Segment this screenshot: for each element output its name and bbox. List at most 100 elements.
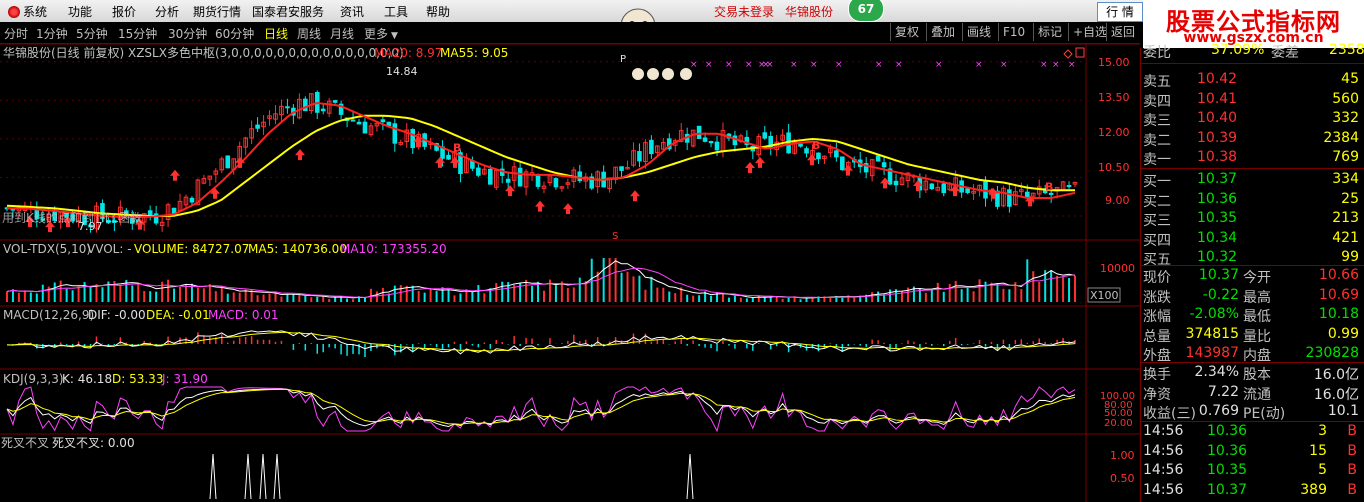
main-panel-title: 华锦股份(日线 前复权) XZSLX多色中枢(3,0,0,0,0,0,0,0,0… <box>3 45 404 60</box>
tab-1min[interactable]: 1分钟 <box>36 25 68 42</box>
x-mark: × <box>1040 60 1048 70</box>
candle-body <box>332 100 338 103</box>
vol-unit-button[interactable]: X100 <box>1090 289 1119 302</box>
bid-volume: 334 <box>1332 171 1359 187</box>
volume-label: VOLUME: 84727.07 <box>134 242 249 256</box>
candle-body <box>696 125 702 139</box>
tick-price: 10.35 <box>1207 462 1248 478</box>
candle-body <box>762 132 768 139</box>
buy-arrow-icon <box>563 203 573 215</box>
tab-monthly[interactable]: 月线 <box>330 25 354 42</box>
stat-value: 10.66 <box>1318 267 1359 283</box>
x-mark: × <box>1052 60 1060 70</box>
tab-30min[interactable]: 30分钟 <box>168 25 207 42</box>
stat-row[interactable]: 总量 374815 量比 0.99 <box>1141 326 1364 345</box>
menu-system[interactable]: 系统 <box>8 3 47 20</box>
tab-5min[interactable]: 5分钟 <box>76 25 108 42</box>
menu-analysis[interactable]: 分析 <box>155 3 179 20</box>
stock-name: 华锦股份 <box>785 5 834 19</box>
ask-row[interactable]: 卖四 10.41 560 <box>1141 91 1364 110</box>
tick-side: B <box>1347 481 1357 498</box>
menu-service[interactable]: 国泰君安服务 <box>252 3 324 20</box>
tab-fenshi[interactable]: 分时 <box>4 25 28 42</box>
vol-title: VOL-TDX(5,10) <box>3 242 91 256</box>
tick-row[interactable]: 14:56 10.37 389 B <box>1141 482 1364 501</box>
trade-status[interactable]: 交易未登录 <box>714 3 774 20</box>
candle-body <box>505 178 511 183</box>
tick-price: 10.37 <box>1207 481 1248 498</box>
menu-tools[interactable]: 工具 <box>384 3 408 20</box>
menu-quote[interactable]: 报价 <box>112 3 136 20</box>
tab-60min[interactable]: 60分钟 <box>215 25 254 42</box>
bid-label: 买二 <box>1143 193 1171 210</box>
stat-label: 今开 <box>1243 270 1271 286</box>
chart-area[interactable]: B BB × × × × ××× × × × × × × × × × × × 华锦股份(日线 前复权) XZSL… <box>0 44 1140 502</box>
bid-volume: 99 <box>1341 249 1359 265</box>
draw-line-button[interactable]: 画线 <box>962 23 995 41</box>
fund-value: 16.0亿 <box>1313 367 1359 383</box>
candle-body <box>834 150 839 158</box>
candle-body <box>702 137 708 142</box>
tick-time: 14:56 <box>1143 481 1184 498</box>
menu-news[interactable]: 资讯 <box>340 3 364 20</box>
stat-row[interactable]: 现价 10.37 今开 10.66 <box>1141 267 1364 286</box>
x-mark: × <box>935 60 943 70</box>
tick-time: 14:56 <box>1143 442 1184 459</box>
cross-value-label: 死叉不叉: 0.00 <box>52 436 135 450</box>
b-marker: B <box>1045 180 1053 193</box>
stat-value: 10.37 <box>1198 267 1239 283</box>
candle-body <box>189 197 195 203</box>
menu-futures[interactable]: 期货行情 <box>193 3 241 20</box>
tab-more[interactable]: 更多 ▼ <box>364 25 398 42</box>
tab-daily[interactable]: 日线 <box>264 25 288 42</box>
overlay-text: 用到K线的点和到TILL函数 <box>2 210 142 225</box>
candle-body <box>410 128 416 149</box>
hangqing-button[interactable]: 行 情 <box>1097 2 1143 22</box>
x-mark: × <box>690 60 698 70</box>
candle-body <box>1024 191 1030 197</box>
menu-help[interactable]: 帮助 <box>426 3 450 20</box>
candle-body <box>941 183 947 194</box>
stat-row[interactable]: 涨跌 -0.22 最高 10.69 <box>1141 287 1364 306</box>
mark-button[interactable]: 标记 <box>1033 23 1066 41</box>
fund-value: 2.34% <box>1194 364 1239 380</box>
buy-arrow-icon <box>630 190 640 202</box>
ask-row[interactable]: 卖五 10.42 45 <box>1141 71 1364 90</box>
macd-value-label: MACD: 0.01 <box>208 308 279 322</box>
ask-label: 卖二 <box>1143 132 1171 149</box>
bid-row[interactable]: 买二 10.36 25 <box>1141 191 1364 210</box>
stat-row[interactable]: 涨幅 -2.08% 最低 10.18 <box>1141 306 1364 325</box>
add-watchlist-button[interactable]: +自选 <box>1068 23 1111 41</box>
tab-15min[interactable]: 15分钟 <box>118 25 157 42</box>
f10-button[interactable]: F10 <box>998 23 1029 41</box>
fuquan-button[interactable]: 复权 <box>890 23 923 41</box>
tick-row[interactable]: 14:56 10.36 15 B <box>1141 443 1364 462</box>
ask-row[interactable]: 卖三 10.40 332 <box>1141 110 1364 129</box>
bid-row[interactable]: 买四 10.34 421 <box>1141 230 1364 249</box>
fund-label: 流通 <box>1243 386 1271 403</box>
fundamental-row[interactable]: 净资 7.22 流通 16.0亿 <box>1141 384 1364 403</box>
ask-row[interactable]: 卖一 10.38 769 <box>1141 149 1364 168</box>
overlay-button[interactable]: 叠加 <box>926 23 959 41</box>
tab-weekly[interactable]: 周线 <box>297 25 321 42</box>
bid-price: 10.34 <box>1197 229 1238 246</box>
back-button[interactable]: 返回 <box>1106 23 1139 41</box>
tick-row[interactable]: 14:56 10.36 3 B <box>1141 423 1364 442</box>
bid-label: 买四 <box>1143 232 1171 249</box>
bid-volume: 213 <box>1332 210 1359 226</box>
vol-ma5-label: MA5: 140736.00 <box>248 242 347 256</box>
stat-value: 230828 <box>1305 345 1359 361</box>
bid-row[interactable]: 买三 10.35 213 <box>1141 210 1364 229</box>
menu-function[interactable]: 功能 <box>68 3 92 20</box>
bid-row[interactable]: 买一 10.37 334 <box>1141 171 1364 190</box>
watermark-banner: 股票公式指标网 www.gszx.com.cn <box>1143 0 1364 48</box>
fundamental-row[interactable]: 收益(三) 0.769 PE(动) 10.1 <box>1141 403 1364 422</box>
ask-row[interactable]: 卖二 10.39 2384 <box>1141 130 1364 149</box>
macd-dea-label: DEA: -0.01 <box>146 308 210 322</box>
ask-volume: 560 <box>1332 90 1359 107</box>
stat-value: -0.22 <box>1202 286 1239 303</box>
fundamental-row[interactable]: 换手 2.34% 股本 16.0亿 <box>1141 364 1364 383</box>
tick-price: 10.36 <box>1207 442 1248 459</box>
tick-row[interactable]: 14:56 10.35 5 B <box>1141 462 1364 481</box>
score-badge[interactable]: 67 <box>848 0 884 22</box>
